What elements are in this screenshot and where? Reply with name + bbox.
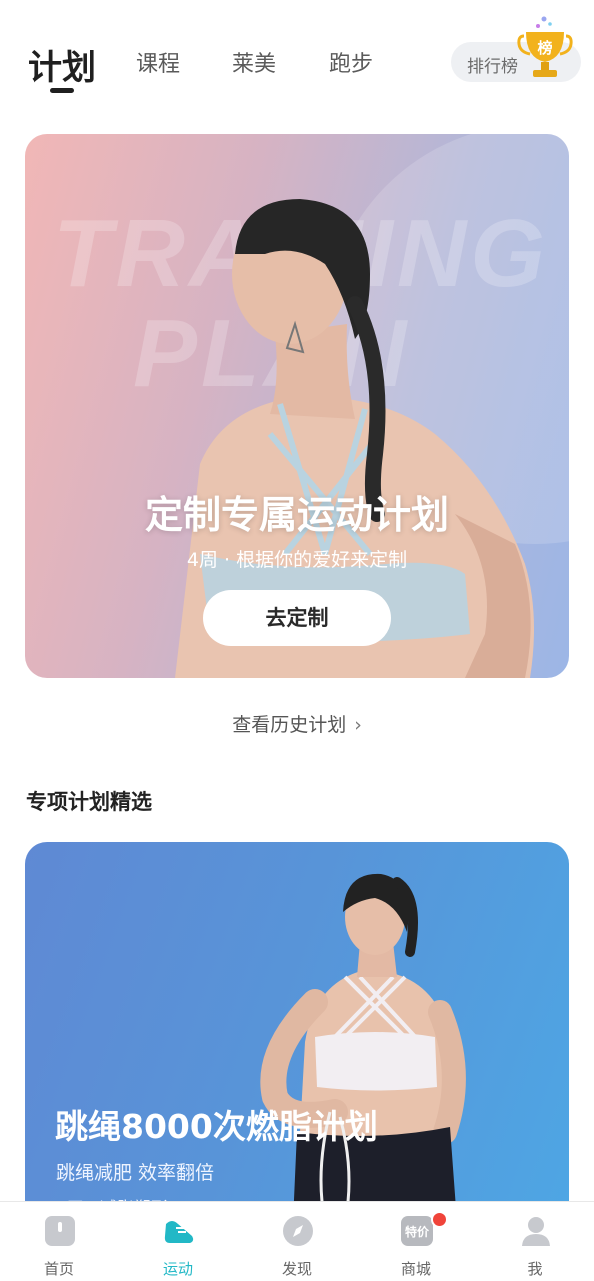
top-tab-bar: 计划 课程 莱美 跑步 排行榜 榜 xyxy=(0,0,594,110)
trophy-label: 榜 xyxy=(537,39,552,57)
nav-home[interactable]: 首页 xyxy=(0,1202,118,1281)
customize-button[interactable]: 去定制 xyxy=(203,590,391,646)
tab-lesmills[interactable]: 莱美 xyxy=(232,46,276,78)
sport-shoe-icon xyxy=(164,1221,194,1243)
section-title: 专项计划精选 xyxy=(26,790,152,814)
nav-me[interactable]: 我 xyxy=(476,1202,594,1281)
nav-shop-label: 商城 xyxy=(400,1260,431,1278)
compass-icon xyxy=(283,1216,313,1246)
tab-courses[interactable]: 课程 xyxy=(136,46,180,78)
nav-discover-label: 发现 xyxy=(281,1260,312,1278)
home-icon xyxy=(45,1216,75,1246)
nav-discover[interactable]: 发现 xyxy=(238,1202,356,1281)
custom-plan-card[interactable]: TRAINING PLAN 定制专属运动计划 4周 · 根据你的爱好来定制 去定… xyxy=(25,134,569,678)
bottom-nav: 首页 运动 发现 特价 商城 我 xyxy=(0,1201,594,1281)
tab-active-indicator xyxy=(50,88,74,93)
hero-title: 定制专属运动计划 xyxy=(144,493,449,537)
nav-sport[interactable]: 运动 xyxy=(119,1202,237,1281)
user-icon xyxy=(522,1217,550,1246)
trophy-icon[interactable]: 榜 xyxy=(514,14,576,84)
nav-me-label: 我 xyxy=(527,1260,543,1278)
plan-title: 跳绳8000次燃脂计划 xyxy=(55,1107,378,1146)
shop-special-icon: 特价 xyxy=(401,1216,433,1246)
nav-home-label: 首页 xyxy=(43,1260,74,1278)
chevron-right-icon: › xyxy=(354,714,362,736)
jump-rope-plan-card[interactable]: 跳绳8000次燃脂计划 跳绳减肥 效率翻倍 7天 · 减脂塑形 xyxy=(25,842,569,1222)
ranking-label: 排行榜 xyxy=(467,57,518,77)
tab-running[interactable]: 跑步 xyxy=(329,46,373,78)
notification-badge xyxy=(431,1211,448,1228)
hero-subtitle: 4周 · 根据你的爱好来定制 xyxy=(186,549,408,571)
nav-shop[interactable]: 特价 商城 xyxy=(357,1202,475,1281)
tab-plan[interactable]: 计划 xyxy=(28,40,96,89)
plan-subtitle: 跳绳减肥 效率翻倍 xyxy=(56,1162,215,1184)
nav-sport-label: 运动 xyxy=(162,1260,193,1278)
view-history-link[interactable]: 查看历史计划 › xyxy=(0,710,594,737)
shop-icon-text: 特价 xyxy=(405,1224,430,1239)
history-label: 查看历史计划 xyxy=(232,714,347,736)
